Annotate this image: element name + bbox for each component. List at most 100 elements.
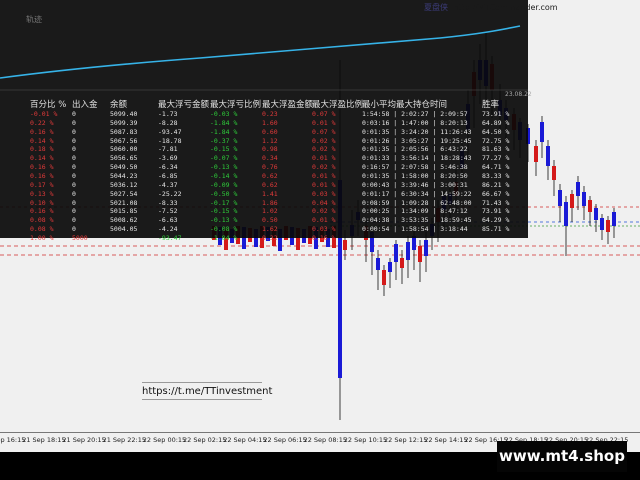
stats-cell: -6.63: [158, 216, 178, 225]
stats-cell: 0: [72, 136, 76, 145]
stats-cell: 66.67 %: [482, 189, 510, 198]
stats-cell: 0:00:54 | 1:58:54 | 3:18:44: [362, 225, 468, 234]
time-axis-label: 22 Sep 00:15: [142, 436, 187, 444]
telegram-link[interactable]: https://t.me/TTinvestment: [142, 386, 272, 397]
stats-cell: 5015.85: [110, 207, 138, 216]
stats-cell: 0.16 %: [30, 171, 54, 180]
stats-cell: -4.24: [158, 225, 178, 234]
stats-cell: -0.08 %: [210, 225, 238, 234]
stats-cell: -25.22: [158, 189, 182, 198]
stats-cell: 1.02: [262, 207, 278, 216]
stats-cell: 0.17 %: [30, 180, 54, 189]
candle-body: [606, 220, 610, 232]
stats-cell: 0.16 %: [30, 127, 54, 136]
stats-cell: 72.75 %: [482, 136, 510, 145]
watermark: www.mt4.shop: [497, 441, 627, 472]
stats-cell: -1.84 %: [210, 127, 238, 136]
price-chart[interactable]: 轨迹 23.08.22 百分比 % 出入金 余额 最大浮亏金额 最大浮亏比例 最大浮盈金额…: [0, 0, 640, 480]
stats-cell: 0: [72, 180, 76, 189]
stats-cell: 0.07 %: [312, 127, 336, 136]
time-axis-label: 21 Sep 22:15: [102, 436, 146, 444]
stats-header-cell: 百分比 %: [30, 100, 67, 110]
candle-body: [400, 258, 404, 268]
stats-cell: 85.71 %: [482, 225, 510, 234]
time-axis-label: 21 Sep 20:15: [62, 436, 106, 444]
stats-cell: 0.50: [262, 216, 278, 225]
stats-cell: 0.60: [262, 127, 278, 136]
stats-cell: 71.43 %: [482, 198, 510, 207]
stats-cell: 0: [72, 225, 76, 234]
stats-cell: 0.07 %: [312, 110, 336, 118]
stats-cell: -0.09 %: [210, 180, 238, 189]
time-axis-label: 22 Sep 06:15: [263, 436, 307, 444]
stats-cell: 0.13 %: [30, 189, 54, 198]
stats-cell: 64.89 %: [482, 118, 510, 127]
stats-cell: 1:54:58 | 2:02:27 | 2:09:57: [362, 110, 468, 118]
stats-cell: 0.18 %: [30, 145, 54, 154]
stats-cell: 0.04 %: [312, 198, 336, 207]
stats-header-cell: 余额: [110, 100, 128, 110]
stats-cell: -0.15 %: [210, 145, 238, 154]
stats-cell: 0: [72, 216, 76, 225]
stats-cell: -0.07 %: [210, 154, 238, 163]
stats-cell: 0.76: [262, 163, 278, 172]
stats-cell: 5008.62: [110, 216, 138, 225]
candle-body: [388, 262, 392, 272]
stats-cell: 0.02 %: [312, 136, 336, 145]
stats-cell: -0.17 %: [210, 198, 238, 207]
stats-cell: 0.03 %: [312, 189, 336, 198]
brand-name: 夏盘侠: [424, 3, 448, 12]
stats-cell: 0.10 %: [30, 198, 54, 207]
stats-cell: -1.73: [158, 110, 178, 118]
stats-cell: 5060.00: [110, 145, 138, 154]
time-axis-label: 22 Sep 12:15: [384, 436, 428, 444]
stats-cell: 64.50 %: [482, 127, 510, 136]
time-axis-label: 22 Sep 08:15: [303, 436, 347, 444]
stats-cell: 5049.50: [110, 163, 138, 172]
stats-cell: 0:03:16 | 1:47:00 | 8:20:13: [362, 118, 468, 127]
stats-cell: 0.02 %: [312, 145, 336, 154]
stats-header-cell: 胜率: [482, 100, 500, 110]
stats-cell: 5099.40: [110, 110, 138, 118]
stats-cell: -7.81: [158, 145, 178, 154]
stats-cell: 0:01:33 | 3:56:14 | 18:28:43: [362, 154, 472, 163]
stats-cell: 0: [72, 154, 76, 163]
stats-cell: 77.27 %: [482, 154, 510, 163]
candle-body: [394, 244, 398, 262]
brand-url: http://MTCommander.com: [453, 3, 558, 12]
stats-cell: 1.12: [262, 136, 278, 145]
candle-body: [552, 166, 556, 180]
stats-header-cell: 最大浮亏比例: [210, 100, 262, 110]
stats-cell: 0: [72, 207, 76, 216]
stats-cell: 5099.39: [110, 118, 138, 127]
panel-timestamp: 23.08.22: [505, 91, 532, 98]
stats-cell: 0:08:59 | 1:09:28 | 62:48:00: [362, 198, 472, 207]
stats-cell: 0.34: [262, 154, 278, 163]
candle-body: [424, 240, 428, 256]
stats-cell: 0.14 %: [30, 136, 54, 145]
stats-cell: 73.91 %: [482, 110, 510, 118]
candle-body: [594, 208, 598, 220]
stats-cell: 1.86: [262, 198, 278, 207]
candle-body: [588, 200, 592, 212]
candle-body: [558, 190, 562, 206]
stats-header-cell: 最小平均最大持仓时间: [362, 100, 448, 110]
stats-cell: -1.84 %: [210, 233, 238, 242]
stats-cell: 83.33 %: [482, 171, 510, 180]
stats-cell: 64.71 %: [482, 163, 510, 172]
candle-body: [546, 146, 550, 166]
stats-cell: 5044.23: [110, 171, 138, 180]
stats-cell: 0.16 %: [30, 207, 54, 216]
candle-body: [612, 212, 616, 226]
stats-cell: 0: [72, 171, 76, 180]
stats-cell: 0.02 %: [312, 207, 336, 216]
stats-cell: 0:01:35 | 2:05:56 | 6:43:22: [362, 145, 468, 154]
balance-line: [0, 25, 521, 79]
stats-cell: 5004.05: [110, 225, 138, 234]
stats-cell: -3.69: [158, 154, 178, 163]
statistics-panel: 轨迹 23.08.22 百分比 % 出入金 余额 最大浮亏金额 最大浮亏比例 最大浮盈金额…: [0, 0, 532, 242]
stats-cell: -18.78: [158, 136, 182, 145]
stats-cell: 0: [72, 110, 76, 118]
stats-cell: 73.91 %: [482, 207, 510, 216]
brand-link[interactable]: 夏盘侠 http://MTCommander.com: [424, 2, 558, 13]
